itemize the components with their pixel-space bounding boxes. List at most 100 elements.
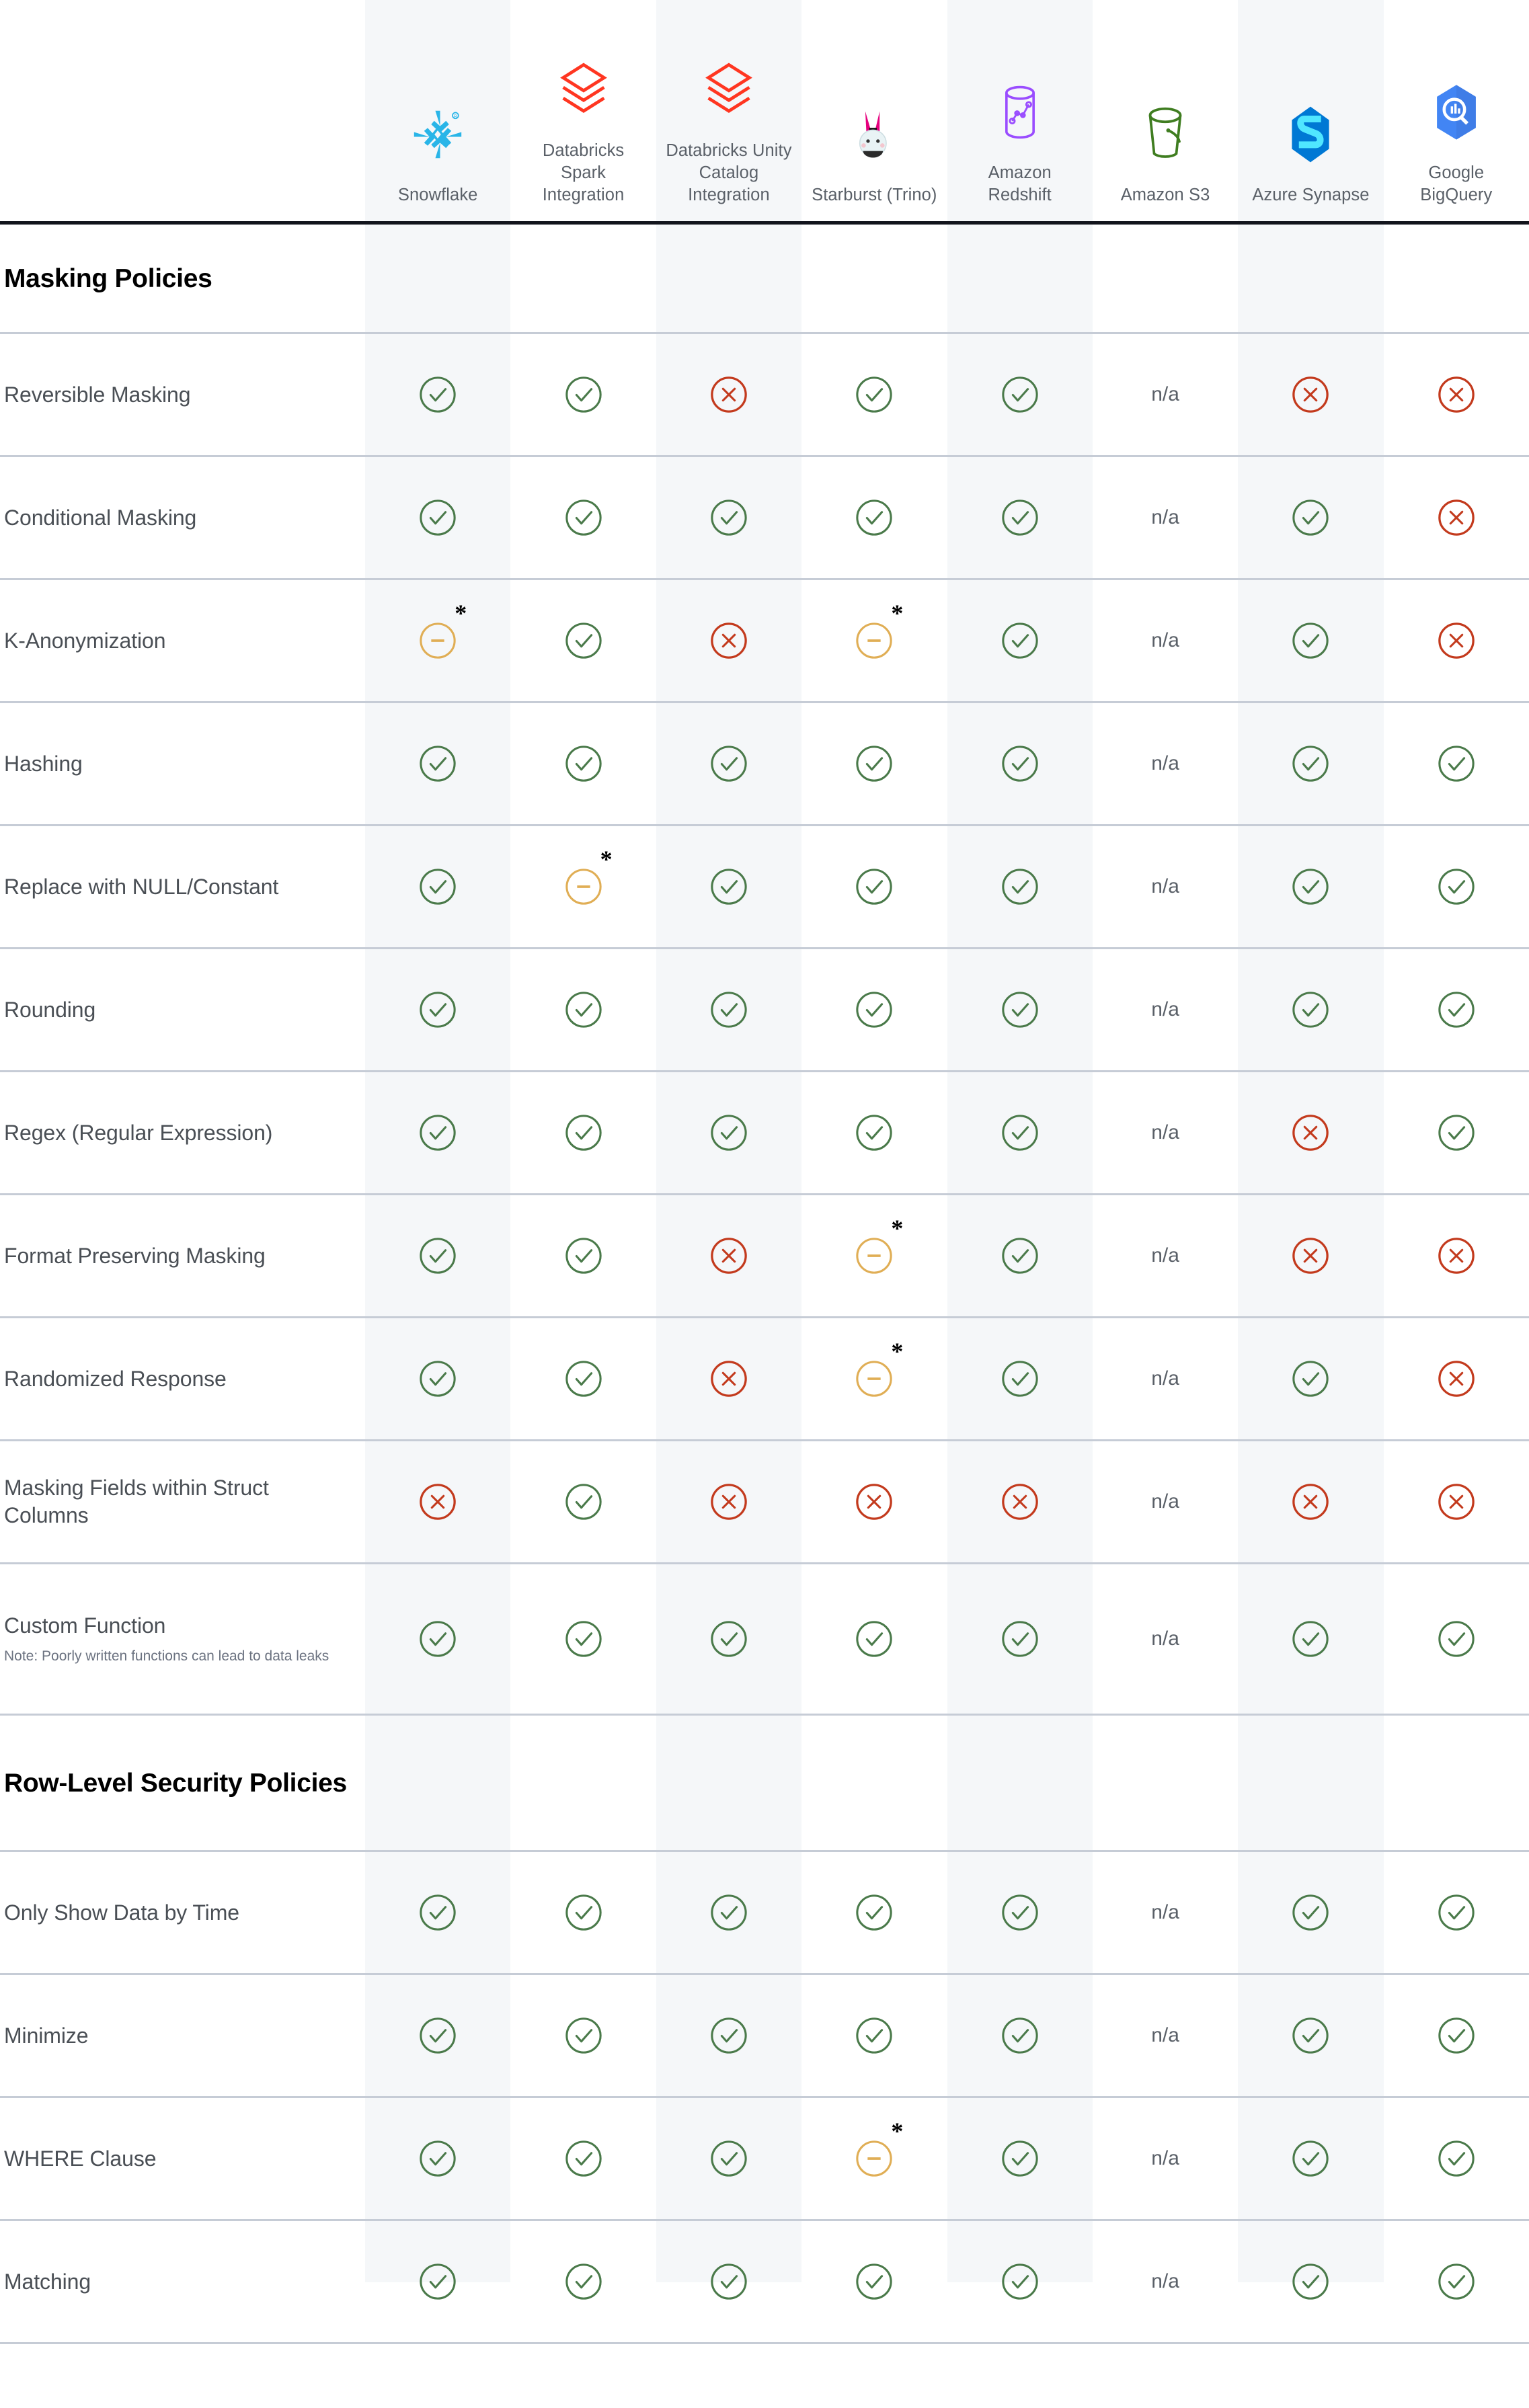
check-circle-icon [855,498,894,537]
status-supported [1238,498,1383,537]
status-cell [1238,948,1384,1072]
status-cell [1238,1851,1384,1975]
comparison-matrix-page: R Snowflake Databricks Spark Integration Da… [0,0,1529,2408]
status-na: n/a [1093,629,1238,653]
na-label: n/a [1151,1121,1179,1143]
status-supported [947,2262,1093,2301]
status-cell [656,948,802,1072]
cross-circle-icon [855,1482,894,1521]
na-label: n/a [1151,1901,1179,1923]
row-label-cell: Conditional Masking [0,456,365,580]
status-cell [1238,1071,1384,1195]
check-circle-icon [1291,1619,1330,1658]
status-cell [1238,579,1384,703]
status-cell: n/a [1092,1563,1239,1716]
status-na: n/a [1093,1121,1238,1145]
check-circle-icon [418,2016,457,2055]
status-cell [510,2097,656,2221]
status-cell [510,1974,656,2098]
status-cell [365,1974,511,2098]
status-partial: * [510,847,656,906]
na-label: n/a [1151,1490,1179,1513]
column-header-label: Amazon S3 [1120,186,1210,204]
check-circle-icon [418,2262,457,2301]
cross-circle-icon [1291,1113,1330,1152]
status-supported [801,498,947,537]
status-cell: n/a [1092,1440,1239,1564]
status-cell [1383,2220,1529,2344]
section-spacer-cell [1092,223,1239,334]
status-supported [365,375,510,414]
status-partial: * [801,2119,947,2178]
cross-circle-icon [1291,1482,1330,1521]
check-circle-icon [1437,2262,1476,2301]
status-cell [365,1563,511,1716]
status-cell [365,1440,511,1564]
status-cell [656,333,802,457]
row-label-cell: Randomized Response [0,1317,365,1441]
section-spacer-cell [1238,1714,1384,1852]
status-cell [656,1071,802,1195]
na-label: n/a [1151,2270,1179,2292]
asterisk-marker: * [891,1338,904,1365]
check-circle-icon [1291,1359,1330,1398]
status-cell [1383,702,1529,826]
status-supported [1238,2139,1383,2178]
status-unsupported [1238,1236,1383,1275]
na-label: n/a [1151,2024,1179,2046]
check-circle-icon [1001,867,1040,906]
status-cell [801,702,947,826]
cross-circle-icon [709,1236,748,1275]
azure-synapse-logo [1284,97,1337,172]
check-circle-icon [709,990,748,1029]
check-circle-icon [709,2016,748,2055]
status-cell [947,1563,1093,1716]
status-supported [1238,990,1383,1029]
status-cell [365,1317,511,1441]
section-spacer-cell [656,223,802,334]
status-cell [801,1851,947,1975]
status-partial: * [365,601,510,660]
status-supported [947,1619,1093,1658]
check-circle-icon [564,2016,603,2055]
dash-circle-icon: * [855,1216,903,1275]
status-cell: * [510,825,656,949]
check-circle-icon [1437,2139,1476,2178]
status-supported [656,1893,801,1932]
status-cell [1238,1194,1384,1318]
status-cell [510,1440,656,1564]
status-cell [1238,333,1384,457]
status-cell [947,1974,1093,2098]
row-note: Note: Poorly written functions can lead … [4,1648,329,1664]
status-supported [510,990,656,1029]
status-cell: * [801,579,947,703]
column-header-label: Azure Synapse [1252,186,1370,204]
status-supported [1238,867,1383,906]
status-cell [801,1563,947,1716]
row-label: Matching [4,2269,91,2294]
row-label-cell: Format Preserving Masking [0,1194,365,1318]
status-cell [801,2220,947,2344]
status-supported [656,744,801,783]
status-cell: n/a [1092,1194,1239,1318]
status-supported [947,2139,1093,2178]
status-unsupported [1238,375,1383,414]
status-cell: * [365,579,511,703]
status-cell [947,2097,1093,2221]
check-circle-icon [1437,744,1476,783]
check-circle-icon [564,1482,603,1521]
column-header-databricks-spark-integration: Databricks Spark Integration [510,0,656,225]
status-cell [656,1194,802,1318]
status-supported [801,990,947,1029]
status-supported [1384,2139,1529,2178]
check-circle-icon [418,867,457,906]
check-circle-icon [564,1893,603,1932]
status-cell [1238,825,1384,949]
status-partial: * [801,1216,947,1275]
status-supported [510,2262,656,2301]
status-unsupported [656,621,801,660]
status-cell [510,333,656,457]
status-supported [365,1113,510,1152]
row-label: Replace with NULL/Constant [4,874,279,899]
cross-circle-icon [709,375,748,414]
